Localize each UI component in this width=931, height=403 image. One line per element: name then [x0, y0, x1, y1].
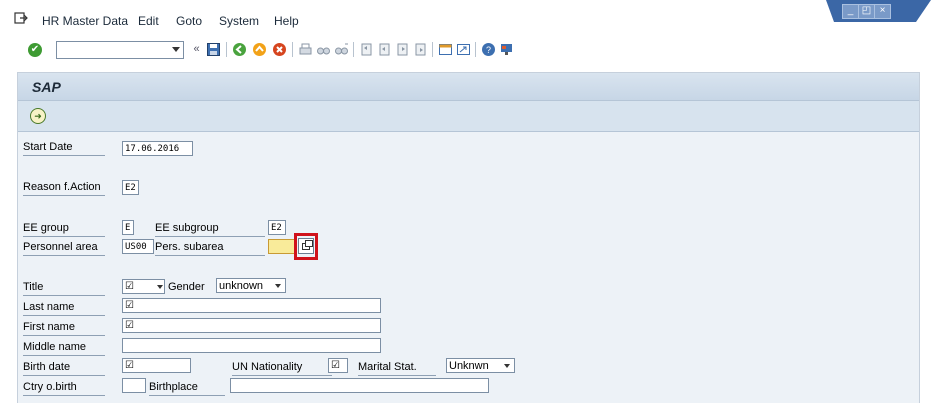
back-icon[interactable] [232, 42, 247, 57]
create-session-icon[interactable] [438, 42, 453, 57]
chevron-down-icon[interactable] [275, 284, 281, 288]
birthplace-field[interactable] [230, 378, 489, 393]
chevron-down-icon[interactable] [504, 364, 510, 368]
minimize-button[interactable]: _ [842, 4, 859, 19]
close-button[interactable]: × [874, 4, 891, 19]
middle-name-label: Middle name [23, 340, 105, 356]
help-icon[interactable]: ? [481, 42, 496, 57]
chevron-down-icon[interactable] [157, 285, 163, 289]
gender-value: unknown [219, 280, 264, 292]
un-nationality-field[interactable]: ☑ [328, 358, 348, 373]
start-date-label: Start Date [23, 140, 105, 156]
chevron-down-icon[interactable] [172, 47, 180, 52]
title-label: Title [23, 280, 105, 296]
possible-entries-icon[interactable] [298, 238, 314, 254]
toolbar-separator [353, 42, 354, 57]
last-page-icon[interactable] [413, 42, 428, 57]
last-name-field[interactable]: ☑ [122, 298, 381, 313]
last-name-label: Last name [23, 300, 105, 316]
title-dropdown[interactable]: ☑ [122, 279, 165, 294]
execute-icon[interactable]: ➜ [30, 108, 46, 124]
gender-dropdown[interactable]: unknown [216, 278, 286, 293]
main-screen: SAP ➜ Start Date 17.06.2016 Reason f.Act… [17, 72, 920, 403]
personnel-area-label: Personnel area [23, 240, 105, 256]
title-bar: SAP [18, 73, 919, 101]
next-page-icon[interactable] [395, 42, 410, 57]
restore-button[interactable]: ◰ [858, 4, 875, 19]
marital-status-dropdown[interactable]: Unknwn [446, 358, 515, 373]
cancel-icon[interactable] [272, 42, 287, 57]
country-of-birth-label: Ctry o.birth [23, 380, 105, 396]
toolbar-separator [292, 42, 293, 57]
reason-field[interactable]: E2 [122, 180, 139, 195]
pers-subarea-field[interactable] [268, 239, 296, 254]
menu-help[interactable]: Help [274, 14, 299, 28]
back-double-icon[interactable]: « [189, 42, 204, 57]
birthplace-label: Birthplace [149, 380, 225, 396]
middle-name-field[interactable] [122, 338, 381, 353]
save-icon[interactable] [206, 42, 221, 57]
ee-group-field[interactable]: E [122, 220, 134, 235]
un-nationality-label: UN Nationality [232, 360, 332, 376]
menu-edit[interactable]: Edit [138, 14, 159, 28]
shortcut-icon[interactable] [456, 42, 471, 57]
window-controls: _ ◰ × [826, 0, 931, 24]
first-page-icon[interactable] [359, 42, 374, 57]
birth-date-label: Birth date [23, 360, 105, 376]
reason-label: Reason f.Action [23, 180, 105, 196]
menu-hr-master-data[interactable]: HR Master Data [42, 14, 128, 28]
ee-group-label: EE group [23, 221, 105, 237]
find-next-icon[interactable] [334, 42, 349, 57]
page-title: SAP [32, 79, 61, 95]
gender-label: Gender [168, 281, 205, 293]
country-of-birth-field[interactable] [122, 378, 146, 393]
pers-subarea-label: Pers. subarea [155, 240, 265, 256]
menu-bar: HR Master Data Edit Goto System Help _ ◰… [0, 0, 931, 39]
command-field[interactable] [56, 41, 184, 59]
customize-layout-icon[interactable] [499, 42, 514, 57]
title-value: ☑ [125, 281, 134, 292]
standard-toolbar: ✔ « ? [0, 38, 931, 62]
print-icon[interactable] [298, 42, 313, 57]
personnel-area-field[interactable]: US00 [122, 239, 154, 254]
menu-exit-icon[interactable] [14, 12, 28, 24]
first-name-label: First name [23, 320, 105, 336]
first-name-field[interactable]: ☑ [122, 318, 381, 333]
toolbar-separator [432, 42, 433, 57]
previous-page-icon[interactable] [377, 42, 392, 57]
enter-icon[interactable]: ✔ [28, 43, 42, 57]
toolbar-separator [226, 42, 227, 57]
start-date-field[interactable]: 17.06.2016 [122, 141, 193, 156]
find-icon[interactable] [316, 42, 331, 57]
exit-icon[interactable] [252, 42, 267, 57]
menu-goto[interactable]: Goto [176, 14, 202, 28]
menu-system[interactable]: System [219, 14, 259, 28]
svg-text:?: ? [486, 45, 491, 55]
application-toolbar: ➜ [18, 101, 919, 132]
birth-date-field[interactable]: ☑ [122, 358, 191, 373]
marital-status-value: Unknwn [449, 360, 489, 372]
toolbar-separator [475, 42, 476, 57]
ee-subgroup-label: EE subgroup [155, 221, 265, 237]
marital-status-label: Marital Stat. [358, 360, 436, 376]
ee-subgroup-field[interactable]: E2 [268, 220, 286, 235]
